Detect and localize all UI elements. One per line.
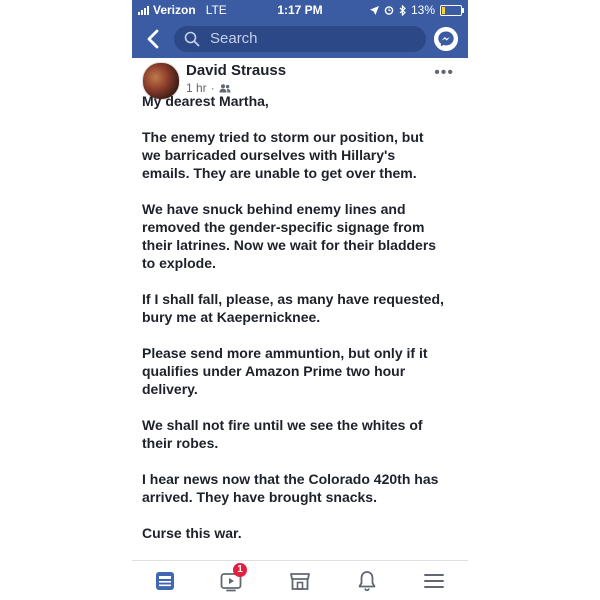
post-paragraph: My dearest Martha,	[142, 93, 269, 109]
post-options-button[interactable]: •••	[434, 64, 454, 82]
notifications-icon	[358, 571, 376, 592]
search-input[interactable]: Search	[174, 26, 426, 52]
notification-badge: 1	[233, 563, 247, 577]
bottom-tab-bar: 1	[132, 560, 468, 600]
post-paragraph: Curse this war.	[142, 525, 242, 541]
search-icon	[184, 31, 200, 47]
marketplace-icon	[290, 573, 310, 590]
tab-marketplace[interactable]	[288, 569, 312, 593]
location-arrow-icon	[369, 5, 379, 15]
post-paragraph: We shall not fire until we see the white…	[142, 417, 423, 451]
battery-icon	[440, 4, 464, 16]
battery-percent: 13%	[410, 3, 435, 17]
news-feed-icon	[156, 572, 174, 590]
search-placeholder: Search	[210, 30, 258, 47]
alarm-icon	[384, 6, 394, 15]
tab-news-feed[interactable]	[153, 569, 177, 593]
post-paragraph: If I shall fall, please, as many have re…	[142, 291, 444, 325]
tab-watch[interactable]: 1	[219, 563, 247, 593]
tab-menu[interactable]	[422, 569, 446, 593]
back-arrow-icon[interactable]	[142, 27, 166, 51]
status-bar: Verizon LTE 1:17 PM 13%	[132, 0, 468, 20]
messenger-icon[interactable]	[434, 27, 458, 51]
post-paragraph: The enemy tried to storm our position, b…	[142, 129, 424, 181]
menu-icon	[424, 574, 444, 588]
tab-notifications[interactable]	[355, 569, 379, 593]
post-text: My dearest Martha, The enemy tried to st…	[142, 92, 458, 560]
post-paragraph: Please send more ammuntion, but only if …	[142, 345, 428, 397]
phone-screen: Verizon LTE 1:17 PM 13% Search David Str…	[132, 0, 468, 600]
bluetooth-icon	[399, 4, 406, 16]
post-paragraph: We have snuck behind enemy lines and rem…	[142, 201, 437, 271]
status-right: 13%	[369, 3, 464, 17]
post-author[interactable]: David Strauss	[186, 62, 286, 79]
top-nav-bar: Search	[132, 20, 468, 58]
post-paragraph: I hear news now that the Colorado 420th …	[142, 471, 439, 505]
